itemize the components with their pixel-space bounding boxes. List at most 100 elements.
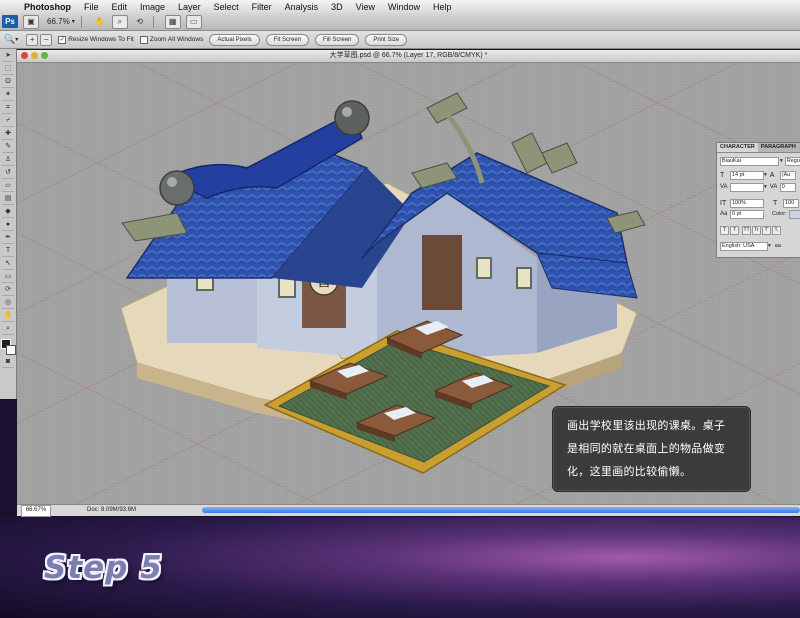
zoom-out-icon[interactable]: −: [40, 33, 53, 46]
anti-alias-label: aa: [774, 243, 781, 249]
menu-file[interactable]: File: [78, 2, 106, 12]
document-title: 大学草图.psd @ 66.7% (Layer 17, RGB/8/CMYK) …: [329, 52, 488, 59]
zoom-level-dropdown[interactable]: 66.7%: [47, 17, 70, 26]
callout-line: 画出学校里该出现的课桌。桌子: [567, 420, 726, 432]
menu-photoshop[interactable]: Photoshop: [18, 2, 78, 12]
tab-paragraph[interactable]: PARAGRAPH: [758, 143, 799, 152]
character-panel: CHARACTER PARAGRAPH BiauKai ▾ Regu T 14 …: [716, 142, 800, 258]
print-size-button[interactable]: Print Size: [365, 33, 408, 46]
type-tool-icon[interactable]: T: [2, 246, 14, 257]
3d-orbit-tool-icon[interactable]: ◎: [2, 298, 14, 309]
vertical-scale-field[interactable]: 100%: [730, 198, 764, 208]
menu-image[interactable]: Image: [134, 2, 172, 12]
menu-3d[interactable]: 3D: [325, 2, 350, 12]
text-color-swatch[interactable]: [788, 209, 800, 219]
background-color-swatch[interactable]: [6, 345, 16, 355]
shape-tool-icon[interactable]: ▭: [2, 272, 14, 283]
zoom-tool-icon[interactable]: ⌕: [111, 14, 128, 29]
gradient-tool-icon[interactable]: ▤: [2, 194, 14, 205]
crop-tool-icon[interactable]: ⌗: [2, 103, 14, 114]
all-caps-button[interactable]: TT: [742, 225, 751, 235]
window-controls: [21, 52, 48, 59]
callout-line: 化，这里画的比较偷懒。: [567, 466, 692, 478]
fit-screen-button[interactable]: Fit Screen: [265, 33, 310, 46]
foreground-background-colors[interactable]: [1, 339, 16, 355]
clone-stamp-tool-icon[interactable]: ♙: [2, 155, 14, 166]
actual-pixels-button[interactable]: Actual Pixels: [209, 33, 260, 46]
superscript-button[interactable]: T': [762, 225, 771, 235]
language-select[interactable]: English: USA: [720, 241, 768, 251]
color-label: Color:: [772, 211, 787, 217]
chevron-down-icon: ▾: [764, 172, 767, 178]
zoom-tool-icon[interactable]: ⌕: [2, 324, 14, 335]
resize-windows-checkbox[interactable]: ✓ Resize Windows To Fit: [58, 35, 134, 44]
zoom-in-icon[interactable]: +: [26, 33, 39, 46]
menu-view[interactable]: View: [350, 2, 382, 12]
history-brush-tool-icon[interactable]: ↺: [2, 168, 14, 179]
fill-screen-button[interactable]: Fill Screen: [315, 33, 360, 46]
path-selection-tool-icon[interactable]: ↖: [2, 259, 14, 270]
font-family-select[interactable]: BiauKai: [720, 156, 779, 166]
screen-mode-icon[interactable]: ▭: [185, 14, 202, 29]
eyedropper-tool-icon[interactable]: ⌿: [2, 116, 14, 127]
magic-wand-tool-icon[interactable]: ✦: [2, 90, 14, 101]
menu-bar: Photoshop File Edit Image Layer Select F…: [0, 0, 800, 14]
arrange-documents-icon[interactable]: ▦: [164, 14, 181, 29]
checkbox-unchecked-icon: [139, 35, 148, 44]
rotate-view-icon[interactable]: ⟲: [133, 16, 147, 28]
zoom-all-windows-checkbox[interactable]: Zoom All Windows: [139, 35, 203, 44]
font-style-select[interactable]: Regu: [784, 156, 800, 166]
quick-mask-icon[interactable]: ◙: [2, 357, 14, 368]
menu-window[interactable]: Window: [382, 2, 427, 12]
hand-tool-icon[interactable]: ✋: [93, 16, 107, 28]
chevron-down-icon: ▾: [15, 37, 19, 43]
leading-field[interactable]: (Au: [779, 170, 796, 180]
pen-tool-icon[interactable]: ✒: [2, 233, 14, 244]
tracking-field[interactable]: 0: [779, 182, 796, 192]
menu-edit[interactable]: Edit: [106, 2, 135, 12]
baseline-shift-field[interactable]: 0 pt: [730, 209, 764, 219]
menu-filter[interactable]: Filter: [246, 2, 279, 12]
photoshop-logo-icon[interactable]: Ps: [2, 15, 18, 28]
kerning-field[interactable]: [730, 182, 764, 192]
chevron-down-icon: ▾: [764, 184, 767, 190]
3d-rotate-tool-icon[interactable]: ⟳: [2, 285, 14, 296]
blur-tool-icon[interactable]: ◆: [2, 207, 14, 218]
status-zoom-field[interactable]: 66.67%: [21, 505, 51, 517]
hand-tool-icon[interactable]: ✋: [2, 311, 14, 322]
horizontal-scrollbar[interactable]: [202, 507, 800, 513]
minimize-window-button[interactable]: [31, 52, 38, 59]
tracking-icon: VA: [769, 184, 778, 190]
horizontal-scale-field[interactable]: 100: [783, 198, 799, 208]
chevron-down-icon: ▾: [780, 158, 783, 164]
healing-brush-tool-icon[interactable]: ✚: [2, 129, 14, 140]
subscript-button[interactable]: T,: [772, 225, 781, 235]
launch-bridge-icon[interactable]: ▣: [23, 14, 39, 29]
dodge-tool-icon[interactable]: ●: [2, 220, 14, 231]
tab-character[interactable]: CHARACTER: [717, 143, 758, 152]
marquee-tool-icon[interactable]: ⬚: [2, 64, 14, 75]
document-size-info[interactable]: Doc: 8.09M/93.6M: [87, 505, 136, 516]
zoom-window-button[interactable]: [41, 52, 48, 59]
zoom-tool-preset-icon[interactable]: 🔍: [4, 34, 15, 45]
options-bar: 🔍 ▾ + − ✓ Resize Windows To Fit Zoom All …: [0, 31, 800, 49]
menu-help[interactable]: Help: [427, 2, 459, 12]
move-tool-icon[interactable]: ➤: [2, 51, 14, 62]
close-window-button[interactable]: [21, 52, 28, 59]
chevron-down-icon: ▾: [768, 243, 771, 249]
brush-tool-icon[interactable]: ✎: [2, 142, 14, 153]
small-caps-button[interactable]: Tr: [752, 225, 761, 235]
menu-select[interactable]: Select: [208, 2, 246, 12]
font-size-field[interactable]: 14 pt: [730, 170, 764, 180]
tools-panel: ➤ ⬚ ʘ ✦ ⌗ ⌿ ✚ ✎ ♙ ↺ ▱ ▤ ◆ ● ✒ T ↖ ▭ ⟳ ◎ …: [0, 49, 17, 399]
menu-layer[interactable]: Layer: [172, 2, 208, 12]
status-bar: 66.67% Doc: 8.09M/93.6M: [17, 504, 800, 517]
checkbox-checked-icon: ✓: [58, 35, 67, 44]
faux-italic-button[interactable]: T: [730, 225, 739, 235]
lasso-tool-icon[interactable]: ʘ: [2, 77, 14, 88]
menu-analysis[interactable]: Analysis: [279, 2, 326, 12]
document-title-bar[interactable]: 大学草图.psd @ 66.7% (Layer 17, RGB/8/CMYK) …: [17, 50, 800, 63]
separator: [152, 15, 154, 28]
eraser-tool-icon[interactable]: ▱: [2, 181, 14, 192]
faux-bold-button[interactable]: T: [720, 225, 729, 235]
